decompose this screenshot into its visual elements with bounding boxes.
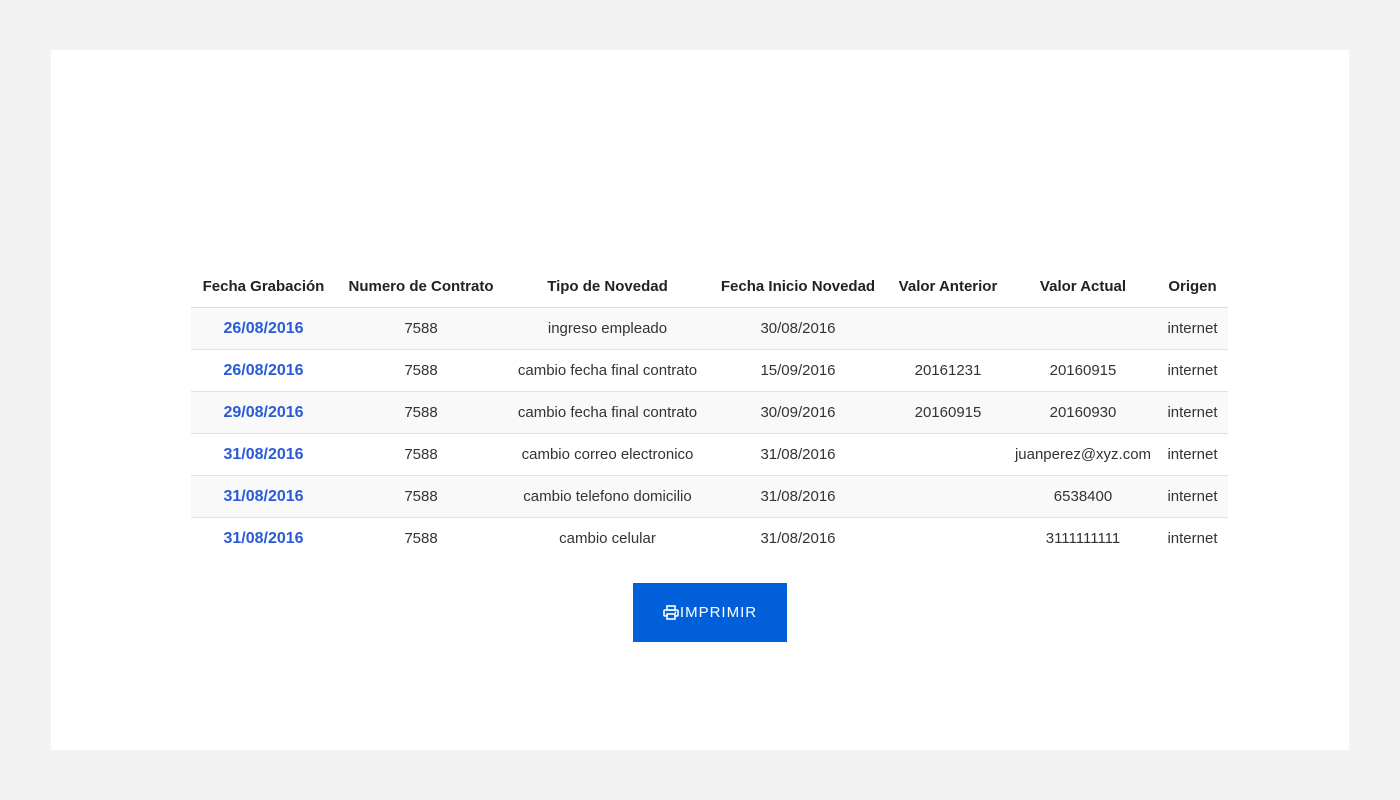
origen-cell: internet [1157,433,1228,476]
fecha-inicio-cell: 30/09/2016 [709,391,887,434]
fecha-inicio-cell: 15/09/2016 [709,349,887,392]
valor-anterior-cell [887,307,1009,350]
fecha-grabacion-link[interactable]: 31/08/2016 [191,475,336,518]
valor-anterior-cell: 20160915 [887,391,1009,434]
numero-contrato-cell: 7588 [404,530,438,547]
tipo-novedad-cell: cambio fecha final contrato [506,349,709,392]
fecha-grabacion-link[interactable]: 31/08/2016 [191,518,336,560]
origen-cell: internet [1157,307,1228,350]
numero-contrato-cell: 7588 [336,475,506,518]
valor-anterior-cell [887,518,1009,560]
origen-cell: internet [1157,391,1228,434]
novedades-table-container: Fecha Grabación Numero de Contrato Tipo … [191,265,1228,559]
valor-actual-cell [1009,307,1157,350]
fecha-inicio-cell: 31/08/2016 [709,475,887,518]
tipo-novedad-cell: cambio telefono domicilio [506,475,709,518]
numero-contrato-cell: 7588 [336,433,506,476]
printer-icon [663,605,679,620]
numero-contrato-cell: 7588 [336,349,506,392]
print-button-label: IMPRIMIR [679,604,758,621]
tipo-novedad-cell: cambio fecha final contrato [506,391,709,434]
origen-cell: internet [1167,530,1218,547]
fecha-grabacion-link[interactable]: 26/08/2016 [191,307,336,350]
table-row: 31/08/2016 7588 cambio correo electronic… [191,433,1228,476]
fecha-grabacion-link[interactable]: 29/08/2016 [191,391,336,434]
valor-anterior-cell [887,475,1009,518]
header-fecha-inicio-novedad[interactable]: Fecha Inicio Novedad [709,265,887,308]
numero-contrato-cell: 7588 [336,391,506,434]
valor-actual-cell: 3111111111 [1045,530,1121,547]
header-valor-anterior[interactable]: Valor Anterior [887,265,1009,308]
valor-actual-cell: 20160930 [1009,391,1157,434]
valor-anterior-cell: 20161231 [887,349,1009,392]
valor-anterior-cell [887,433,1009,476]
numero-contrato-cell: 7588 [336,307,506,350]
origen-cell: internet [1157,349,1228,392]
table-row: 31/08/2016 7588 cambio telefono domicili… [191,475,1228,518]
content-card: Fecha Grabación Numero de Contrato Tipo … [51,50,1349,750]
fecha-inicio-cell: 31/08/2016 [760,530,836,547]
fecha-grabacion-link[interactable]: 31/08/2016 [191,433,336,476]
header-valor-actual[interactable]: Valor Actual [1009,265,1157,308]
table-row: 26/08/2016 7588 cambio fecha final contr… [191,349,1228,392]
fecha-inicio-cell: 31/08/2016 [709,433,887,476]
tipo-novedad-cell: ingreso empleado [506,307,709,350]
origen-cell: internet [1157,475,1228,518]
fecha-inicio-cell: 30/08/2016 [709,307,887,350]
tipo-novedad-cell: cambio correo electronico [506,433,709,476]
print-button[interactable]: IMPRIMIR [633,583,787,642]
header-tipo-novedad[interactable]: Tipo de Novedad [506,265,709,308]
novedades-table: Fecha Grabación Numero de Contrato Tipo … [191,265,1228,559]
header-fecha-grabacion[interactable]: Fecha Grabación [191,265,336,308]
fecha-grabacion-link[interactable]: 26/08/2016 [191,349,336,392]
table-row: 26/08/2016 7588 ingreso empleado 30/08/2… [191,307,1228,350]
header-origen[interactable]: Origen [1157,265,1228,308]
valor-actual-cell: 20160915 [1009,349,1157,392]
table-row: 31/08/2016 7588 cambio celular 31/08/201… [191,518,1228,560]
table-row: 29/08/2016 7588 cambio fecha final contr… [191,391,1228,434]
tipo-novedad-cell: cambio celular [559,530,656,547]
table-header-row: Fecha Grabación Numero de Contrato Tipo … [191,265,1228,308]
header-numero-contrato[interactable]: Numero de Contrato [336,265,506,308]
valor-actual-cell: juanperez@xyz.com [1009,433,1157,476]
valor-actual-cell: 6538400 [1009,475,1157,518]
